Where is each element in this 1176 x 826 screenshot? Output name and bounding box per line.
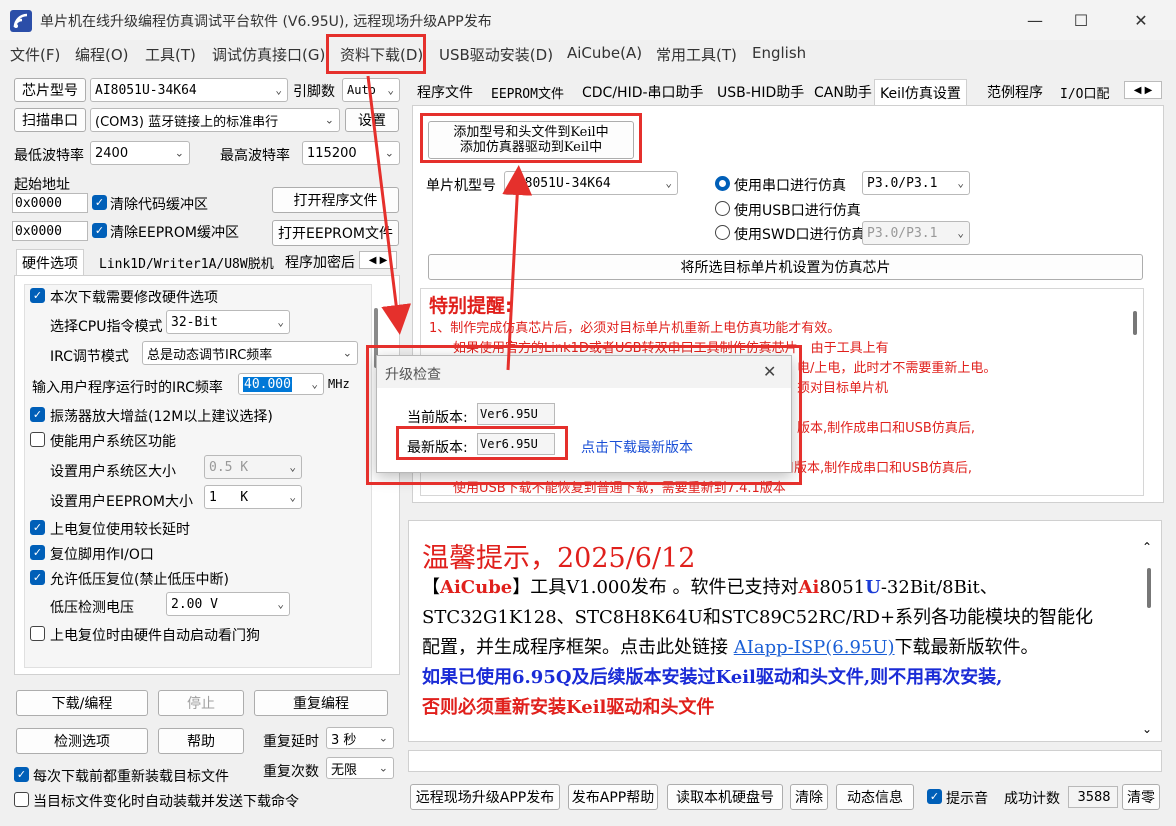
annotation-arrows [366,75,533,371]
arrow-menu-to-dialog [366,75,412,335]
arrow-dialog-to-keil [502,165,533,371]
